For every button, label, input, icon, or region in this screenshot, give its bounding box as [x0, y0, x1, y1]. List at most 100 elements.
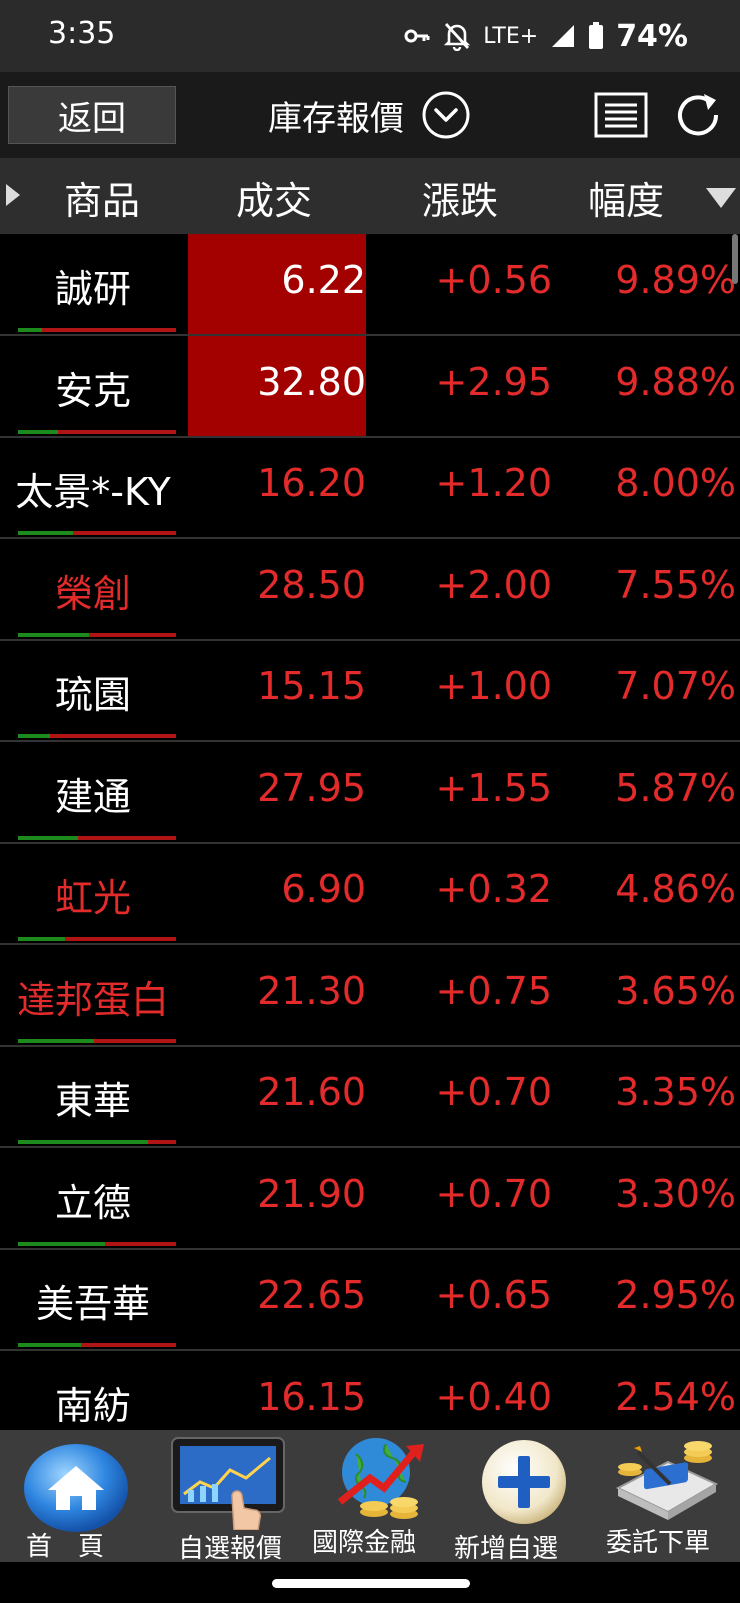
refresh-icon — [678, 94, 719, 136]
volume-ratio-bar — [18, 1242, 176, 1246]
network-type: LTE+ — [483, 23, 539, 49]
order-coins-icon — [615, 1441, 719, 1520]
stock-percent: 3.30% — [615, 1172, 736, 1216]
back-button[interactable]: 返回 — [8, 86, 176, 144]
stock-change: +0.75 — [435, 969, 552, 1013]
table-row[interactable]: 太景*-KY 16.20 +1.20 8.00% — [0, 437, 740, 539]
column-price[interactable]: 成交 — [236, 170, 312, 225]
volume-ratio-bar — [18, 328, 176, 332]
table-row[interactable]: 榮創 28.50 +2.00 7.55% — [0, 539, 740, 641]
stock-name: 太景*-KY — [15, 470, 171, 514]
stock-change: +0.70 — [435, 1172, 552, 1216]
status-icons: LTE+ 74% — [403, 14, 688, 58]
table-row[interactable]: 達邦蛋白 21.30 +0.75 3.65% — [0, 945, 740, 1047]
stock-name: 琉園 — [54, 673, 131, 717]
tab-watchlist[interactable]: 自選報價 — [150, 1430, 300, 1564]
stock-price: 21.90 — [257, 1172, 366, 1216]
stock-name: 南紡 — [54, 1384, 131, 1428]
bar-green-segment — [18, 1343, 81, 1347]
tab-add-watchlist[interactable]: 新增自選 — [450, 1430, 600, 1564]
table-row[interactable]: 東華 21.60 +0.70 3.35% — [0, 1046, 740, 1148]
quote-list[interactable]: 誠研 6.22 +0.56 9.89% 安克 32.80 +2.95 9.88% 太景*-KY 1… — [0, 234, 740, 1430]
table-row[interactable]: 建通 27.95 +1.55 5.87% — [0, 742, 740, 844]
bar-red-segment — [50, 734, 176, 738]
stock-change: +2.00 — [435, 563, 552, 607]
column-percent[interactable]: 幅度 — [588, 170, 664, 225]
bar-red-segment — [89, 633, 176, 637]
stock-name: 東華 — [54, 1079, 131, 1123]
bar-green-segment — [18, 1039, 94, 1043]
tab-home[interactable]: 首 頁 — [0, 1430, 150, 1562]
refresh-button[interactable] — [672, 90, 724, 140]
volume-ratio-bar — [18, 633, 176, 637]
bar-green-segment — [18, 836, 78, 840]
tab-order[interactable]: 委託下單 — [600, 1430, 740, 1562]
stock-name: 虹光 — [54, 876, 131, 920]
column-header: 商品 成交 漲跌 幅度 — [0, 158, 740, 234]
table-row[interactable]: 誠研 6.22 +0.56 9.89% — [0, 234, 740, 336]
tab-international-label: 國際金融 — [312, 1528, 417, 1558]
tab-international[interactable]: 國際金融 — [300, 1430, 450, 1562]
column-product[interactable]: 商品 — [64, 170, 140, 225]
stock-change: +0.70 — [435, 1070, 552, 1114]
app-header: 返回 庫存報價 — [0, 72, 740, 158]
stock-price: 27.95 — [257, 766, 366, 810]
list-menu-icon — [594, 92, 648, 138]
volume-ratio-bar — [18, 1343, 176, 1347]
battery-icon — [589, 22, 604, 49]
home-gesture-handle[interactable] — [272, 1579, 470, 1588]
column-change[interactable]: 漲跌 — [422, 170, 498, 225]
volume-ratio-bar — [18, 430, 176, 434]
stock-percent: 3.65% — [615, 969, 736, 1013]
table-row[interactable]: 安克 32.80 +2.95 9.88% — [0, 336, 740, 438]
bottom-tab-bar: 首 頁 自選報價 國際金融 新增自選 委託下單 — [0, 1430, 740, 1564]
stock-percent: 5.87% — [615, 766, 736, 810]
bar-red-segment — [105, 1242, 176, 1246]
bar-green-segment — [18, 633, 89, 637]
home-icon — [24, 1444, 128, 1532]
stock-change: +0.40 — [435, 1375, 552, 1419]
tab-order-label: 委託下單 — [606, 1528, 711, 1558]
bar-red-segment — [65, 937, 176, 941]
title-dropdown[interactable]: 庫存報價 — [268, 86, 472, 144]
stock-price: 6.90 — [281, 867, 366, 911]
chevron-down-circle-icon — [422, 91, 470, 139]
stock-price: 21.60 — [257, 1070, 366, 1114]
table-row[interactable]: 美吾華 22.65 +0.65 2.95% — [0, 1249, 740, 1351]
stock-change: +1.55 — [435, 766, 552, 810]
stock-price: 16.15 — [257, 1375, 366, 1419]
volume-ratio-bar — [18, 1039, 176, 1043]
table-row[interactable]: 虹光 6.90 +0.32 4.86% — [0, 843, 740, 945]
gesture-bar — [0, 1562, 740, 1603]
stock-name: 誠研 — [54, 267, 131, 311]
table-row[interactable]: 琉園 15.15 +1.00 7.07% — [0, 640, 740, 742]
stock-name: 達邦蛋白 — [16, 978, 169, 1022]
bar-green-segment — [18, 734, 50, 738]
menu-button[interactable] — [594, 92, 648, 138]
bar-green-segment — [18, 531, 73, 535]
table-row[interactable]: 立德 21.90 +0.70 3.30% — [0, 1148, 740, 1250]
stock-price: 16.20 — [257, 461, 366, 505]
stock-name: 美吾華 — [35, 1282, 150, 1326]
stock-name: 安克 — [54, 369, 131, 413]
tablet-chart-icon — [171, 1437, 285, 1530]
bar-red-segment — [81, 1343, 176, 1347]
table-row[interactable]: 南紡 16.15 +0.40 2.54% — [0, 1351, 740, 1430]
signal-icon — [552, 25, 575, 47]
volume-ratio-bar — [18, 937, 176, 941]
sort-down-icon[interactable] — [706, 188, 736, 208]
bar-red-segment — [58, 430, 176, 434]
stock-change: +0.65 — [435, 1273, 552, 1317]
stock-price: 22.65 — [257, 1273, 366, 1317]
status-bar: 3:35 LTE+ 74% — [0, 0, 740, 72]
stock-price: 21.30 — [257, 969, 366, 1013]
stock-percent: 3.35% — [615, 1070, 736, 1114]
battery-percent: 74% — [616, 18, 688, 54]
stock-name: 立德 — [54, 1181, 131, 1225]
stock-price: 15.15 — [257, 664, 366, 708]
expand-left-icon[interactable] — [6, 184, 20, 206]
stock-name: 榮創 — [54, 572, 131, 616]
scrollbar[interactable] — [732, 234, 738, 284]
page-title: 庫存報價 — [268, 98, 404, 139]
bar-red-segment — [73, 531, 176, 535]
